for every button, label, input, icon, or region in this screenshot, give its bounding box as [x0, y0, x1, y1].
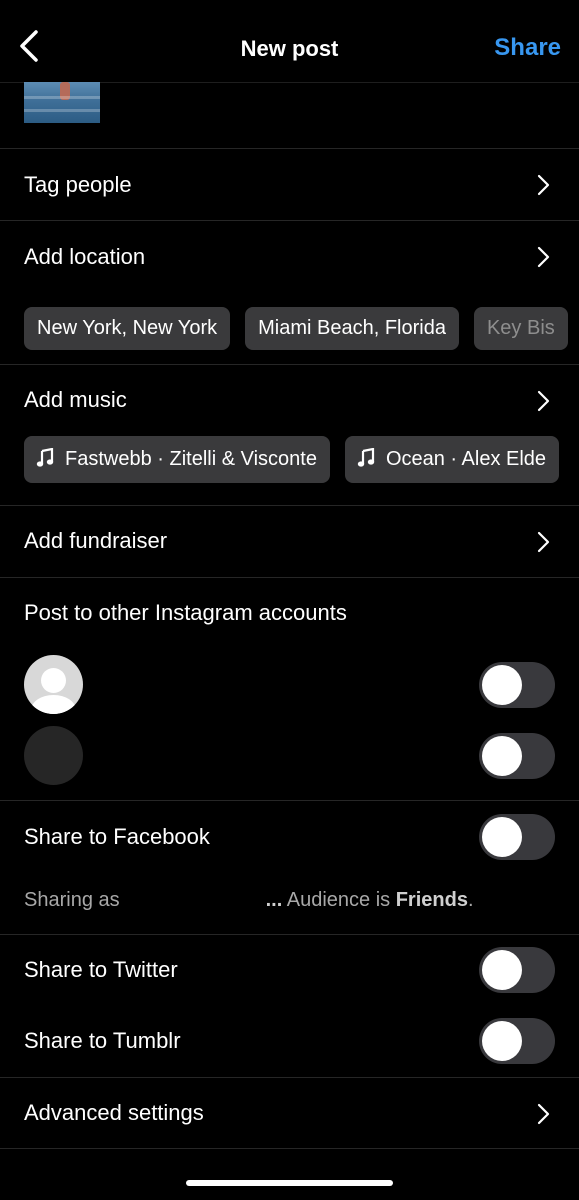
twitter-toggle[interactable]: [479, 947, 555, 993]
music-suggestions: Fastwebb · Zitelli & Visconte Ocean · Ale…: [24, 436, 579, 483]
facebook-sharing-note: Sharing as... Audience is Friends.: [24, 889, 474, 912]
account-2-toggle[interactable]: [479, 733, 555, 779]
music-chip-label: Ocean · Alex Elde: [385, 448, 547, 470]
divider: [0, 220, 579, 221]
divider: [0, 148, 579, 149]
chevron-right-icon: [537, 390, 550, 412]
audience-value: Friends: [395, 889, 468, 911]
location-chip[interactable]: Key Bis: [473, 307, 568, 350]
add-fundraiser-row[interactable]: Add fundraiser: [24, 528, 167, 554]
other-accounts-heading: Post to other Instagram accounts: [24, 600, 347, 625]
share-twitter-label: Share to Twitter: [24, 957, 178, 982]
home-indicator[interactable]: [186, 1180, 393, 1186]
location-suggestions: New York, New York Miami Beach, Florida Ke…: [24, 307, 579, 350]
music-chip-label: Fastwebb · Zitelli & Visconte: [65, 448, 317, 470]
divider: [0, 800, 579, 801]
location-chip[interactable]: Miami Beach, Florida: [245, 307, 459, 350]
chevron-right-icon: [537, 1103, 550, 1125]
share-tumblr-label: Share to Tumblr: [24, 1028, 181, 1053]
share-facebook-label: Share to Facebook: [24, 824, 210, 849]
tumblr-toggle[interactable]: [479, 1018, 555, 1064]
account-1-toggle[interactable]: [479, 662, 555, 708]
sharing-as-label: Sharing as: [24, 889, 120, 911]
chevron-right-icon: [537, 174, 550, 196]
thumbnail-wave: [24, 96, 100, 99]
thumbnail-wave: [24, 109, 100, 112]
music-note-icon: [357, 448, 375, 467]
divider: [0, 577, 579, 578]
user-avatar-icon: [24, 655, 83, 714]
share-button[interactable]: Share: [494, 34, 561, 62]
new-post-screen: New post Share Tag people Add location N…: [0, 0, 579, 1200]
location-chip[interactable]: New York, New York: [24, 307, 231, 350]
divider: [0, 934, 579, 935]
add-location-row[interactable]: Add location: [24, 244, 145, 270]
add-music-row[interactable]: Add music: [24, 387, 127, 413]
music-chip[interactable]: Ocean · Alex Elde: [344, 436, 560, 483]
facebook-toggle[interactable]: [479, 814, 555, 860]
user-avatar-icon: [24, 726, 83, 785]
divider: [0, 1148, 579, 1149]
tag-people-row[interactable]: Tag people: [24, 172, 132, 198]
divider: [0, 364, 579, 365]
music-chip[interactable]: Fastwebb · Zitelli & Visconte: [24, 436, 330, 483]
divider: [0, 1077, 579, 1078]
page-title: New post: [240, 36, 339, 61]
divider: [0, 505, 579, 506]
sharing-as-ellipsis: ...: [265, 889, 283, 911]
music-note-icon: [36, 448, 54, 467]
audience-end: .: [467, 889, 474, 911]
post-thumbnail[interactable]: [24, 82, 100, 123]
chevron-right-icon: [537, 531, 550, 553]
audience-label: Audience is: [286, 889, 391, 911]
advanced-settings-row[interactable]: Advanced settings: [24, 1100, 204, 1126]
chevron-right-icon: [537, 246, 550, 268]
nav-header: New post Share: [0, 0, 579, 83]
